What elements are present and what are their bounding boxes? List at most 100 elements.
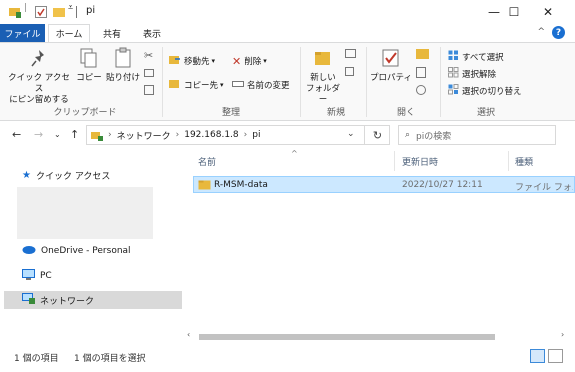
- tab-file[interactable]: ファイル: [0, 24, 45, 42]
- status-item-count: 1 個の項目: [14, 354, 59, 364]
- rename-button[interactable]: 名前の変更: [232, 77, 290, 93]
- monitor-icon: [22, 269, 35, 283]
- select-none-button[interactable]: 選択解除: [448, 66, 496, 82]
- checkmark-icon[interactable]: [34, 5, 48, 19]
- organize-group-label: 整理: [221, 108, 240, 118]
- select-none-icon: [448, 67, 459, 81]
- column-header-type[interactable]: 種類: [515, 155, 533, 168]
- close-button[interactable]: ✕: [531, 0, 565, 24]
- delete-label: 削除: [244, 57, 262, 67]
- navigation-pane: ★ クイック アクセス OneDrive - Personal PC ネットワー…: [0, 149, 185, 342]
- horizontal-scrollbar[interactable]: ‹ ›: [185, 330, 575, 342]
- ribbon-tabs: ファイル ホーム 共有 表示 ^ ?: [0, 24, 575, 42]
- qa-dropdown-icon[interactable]: ⩡: [68, 3, 73, 17]
- open-group-label: 開く: [396, 108, 415, 118]
- tab-share[interactable]: 共有: [94, 24, 130, 42]
- breadcrumb-chevron-icon: ›: [243, 130, 248, 140]
- select-all-label: すべて選択: [462, 53, 504, 63]
- open-icon[interactable]: [416, 49, 429, 59]
- status-selected-count: 1 個の項目を選択: [74, 354, 146, 364]
- nav-network[interactable]: ネットワーク: [4, 291, 182, 309]
- status-bar: 1 個の項目 1 個の項目を選択: [0, 342, 575, 372]
- scroll-right-icon[interactable]: ›: [561, 330, 564, 339]
- large-icons-view-icon[interactable]: [548, 349, 563, 363]
- copy-to-label: コピー先: [184, 81, 219, 91]
- folder-properties-icon[interactable]: [8, 5, 22, 19]
- rename-label: 名前の変更: [247, 81, 290, 91]
- paste-button[interactable]: 貼り付け: [106, 47, 140, 84]
- properties-button[interactable]: プロパティ: [370, 47, 412, 84]
- clipboard-icon: [113, 47, 133, 69]
- file-name: R-MSM-data: [214, 180, 268, 190]
- select-all-icon: [448, 50, 459, 64]
- cloud-icon: [22, 245, 36, 257]
- new-folder-label: 新しい フォルダー: [305, 73, 340, 105]
- group-divider: [440, 47, 441, 117]
- maximize-button[interactable]: ☐: [497, 0, 531, 24]
- copy-folder-icon: [169, 78, 181, 92]
- move-folder-icon: [169, 54, 181, 68]
- back-arrow-icon[interactable]: ←: [12, 128, 21, 141]
- select-all-button[interactable]: すべて選択: [448, 49, 504, 65]
- refresh-icon[interactable]: ↻: [364, 125, 390, 145]
- network-folder-icon: [91, 130, 103, 141]
- new-folder-icon: [312, 47, 334, 69]
- column-header-name[interactable]: 名前: [198, 155, 216, 168]
- copy-label: コピー: [76, 73, 102, 83]
- search-input[interactable]: ⌕ piの検索: [398, 125, 556, 145]
- rename-icon: [232, 79, 244, 92]
- nav-quick-access[interactable]: ★ クイック アクセス: [4, 166, 182, 184]
- tab-view[interactable]: 表示: [134, 24, 170, 42]
- edit-icon[interactable]: [416, 67, 426, 78]
- details-view-icon[interactable]: [530, 349, 545, 363]
- pin-icon: [28, 47, 50, 69]
- tab-home[interactable]: ホーム: [48, 24, 90, 42]
- column-header-modified[interactable]: 更新日時: [402, 155, 438, 168]
- title-bar: | ⩡ pi — ☐ ✕: [0, 0, 575, 24]
- new-folder-qa-icon[interactable]: [52, 5, 66, 19]
- group-divider: [366, 47, 367, 117]
- recent-locations-icon[interactable]: ⌄: [54, 130, 61, 139]
- invert-selection-button[interactable]: 選択の切り替え: [448, 83, 522, 99]
- address-bar[interactable]: › ネットワーク › 192.168.1.8 › pi ⌄: [86, 125, 390, 145]
- move-to-dropdown-icon: ▾: [211, 57, 216, 65]
- ribbon: クイック アクセス にピン留めする コピー 貼り付け ✂ クリップボード 移動先…: [0, 42, 575, 121]
- new-item-icon[interactable]: [345, 49, 356, 58]
- copy-to-button[interactable]: コピー先 ▾: [169, 77, 224, 93]
- up-arrow-icon[interactable]: ↑: [70, 128, 79, 141]
- help-icon[interactable]: ?: [552, 26, 565, 39]
- move-to-button[interactable]: 移動先 ▾: [169, 53, 215, 69]
- paste-shortcut-icon[interactable]: [144, 85, 154, 95]
- address-dropdown-icon[interactable]: ⌄: [347, 129, 355, 139]
- properties-label: プロパティ: [370, 73, 412, 83]
- new-folder-button[interactable]: 新しい フォルダー: [303, 47, 343, 106]
- move-to-label: 移動先: [184, 57, 210, 67]
- delete-button[interactable]: ✕ 削除 ▾: [232, 53, 267, 69]
- breadcrumb-current[interactable]: pi: [252, 130, 260, 140]
- easy-access-icon[interactable]: [345, 67, 354, 76]
- nav-onedrive[interactable]: OneDrive - Personal: [4, 242, 182, 260]
- forward-arrow-icon[interactable]: →: [34, 128, 43, 141]
- scissors-icon[interactable]: ✂: [144, 49, 153, 62]
- breadcrumb-network[interactable]: ネットワーク: [117, 129, 171, 142]
- column-divider[interactable]: [394, 151, 395, 171]
- delete-x-icon: ✕: [232, 54, 242, 68]
- clipboard-group-label: クリップボード: [53, 108, 117, 118]
- star-icon: ★: [22, 169, 31, 181]
- column-divider[interactable]: [508, 151, 509, 171]
- collapse-ribbon-icon[interactable]: ^: [537, 27, 545, 37]
- pin-quick-access-button[interactable]: クイック アクセス にピン留めする: [6, 47, 72, 106]
- properties-icon: [380, 47, 402, 69]
- nav-pc[interactable]: PC: [4, 267, 182, 285]
- copy-button[interactable]: コピー: [76, 47, 102, 84]
- scrollbar-thumb[interactable]: [199, 334, 495, 340]
- table-row[interactable]: R-MSM-data 2022/10/27 12:11 ファイル フォルダー: [193, 176, 575, 193]
- copy-icon: [79, 47, 99, 69]
- address-row: ← → ⌄ ↑ › ネットワーク › 192.168.1.8 › pi ⌄ ↻ …: [0, 121, 575, 149]
- file-modified: 2022/10/27 12:11: [402, 180, 483, 190]
- group-divider: [162, 47, 163, 117]
- history-icon[interactable]: [416, 85, 426, 95]
- copy-path-icon[interactable]: [144, 69, 154, 77]
- breadcrumb-host[interactable]: 192.168.1.8: [184, 130, 238, 140]
- scroll-left-icon[interactable]: ‹: [187, 330, 190, 339]
